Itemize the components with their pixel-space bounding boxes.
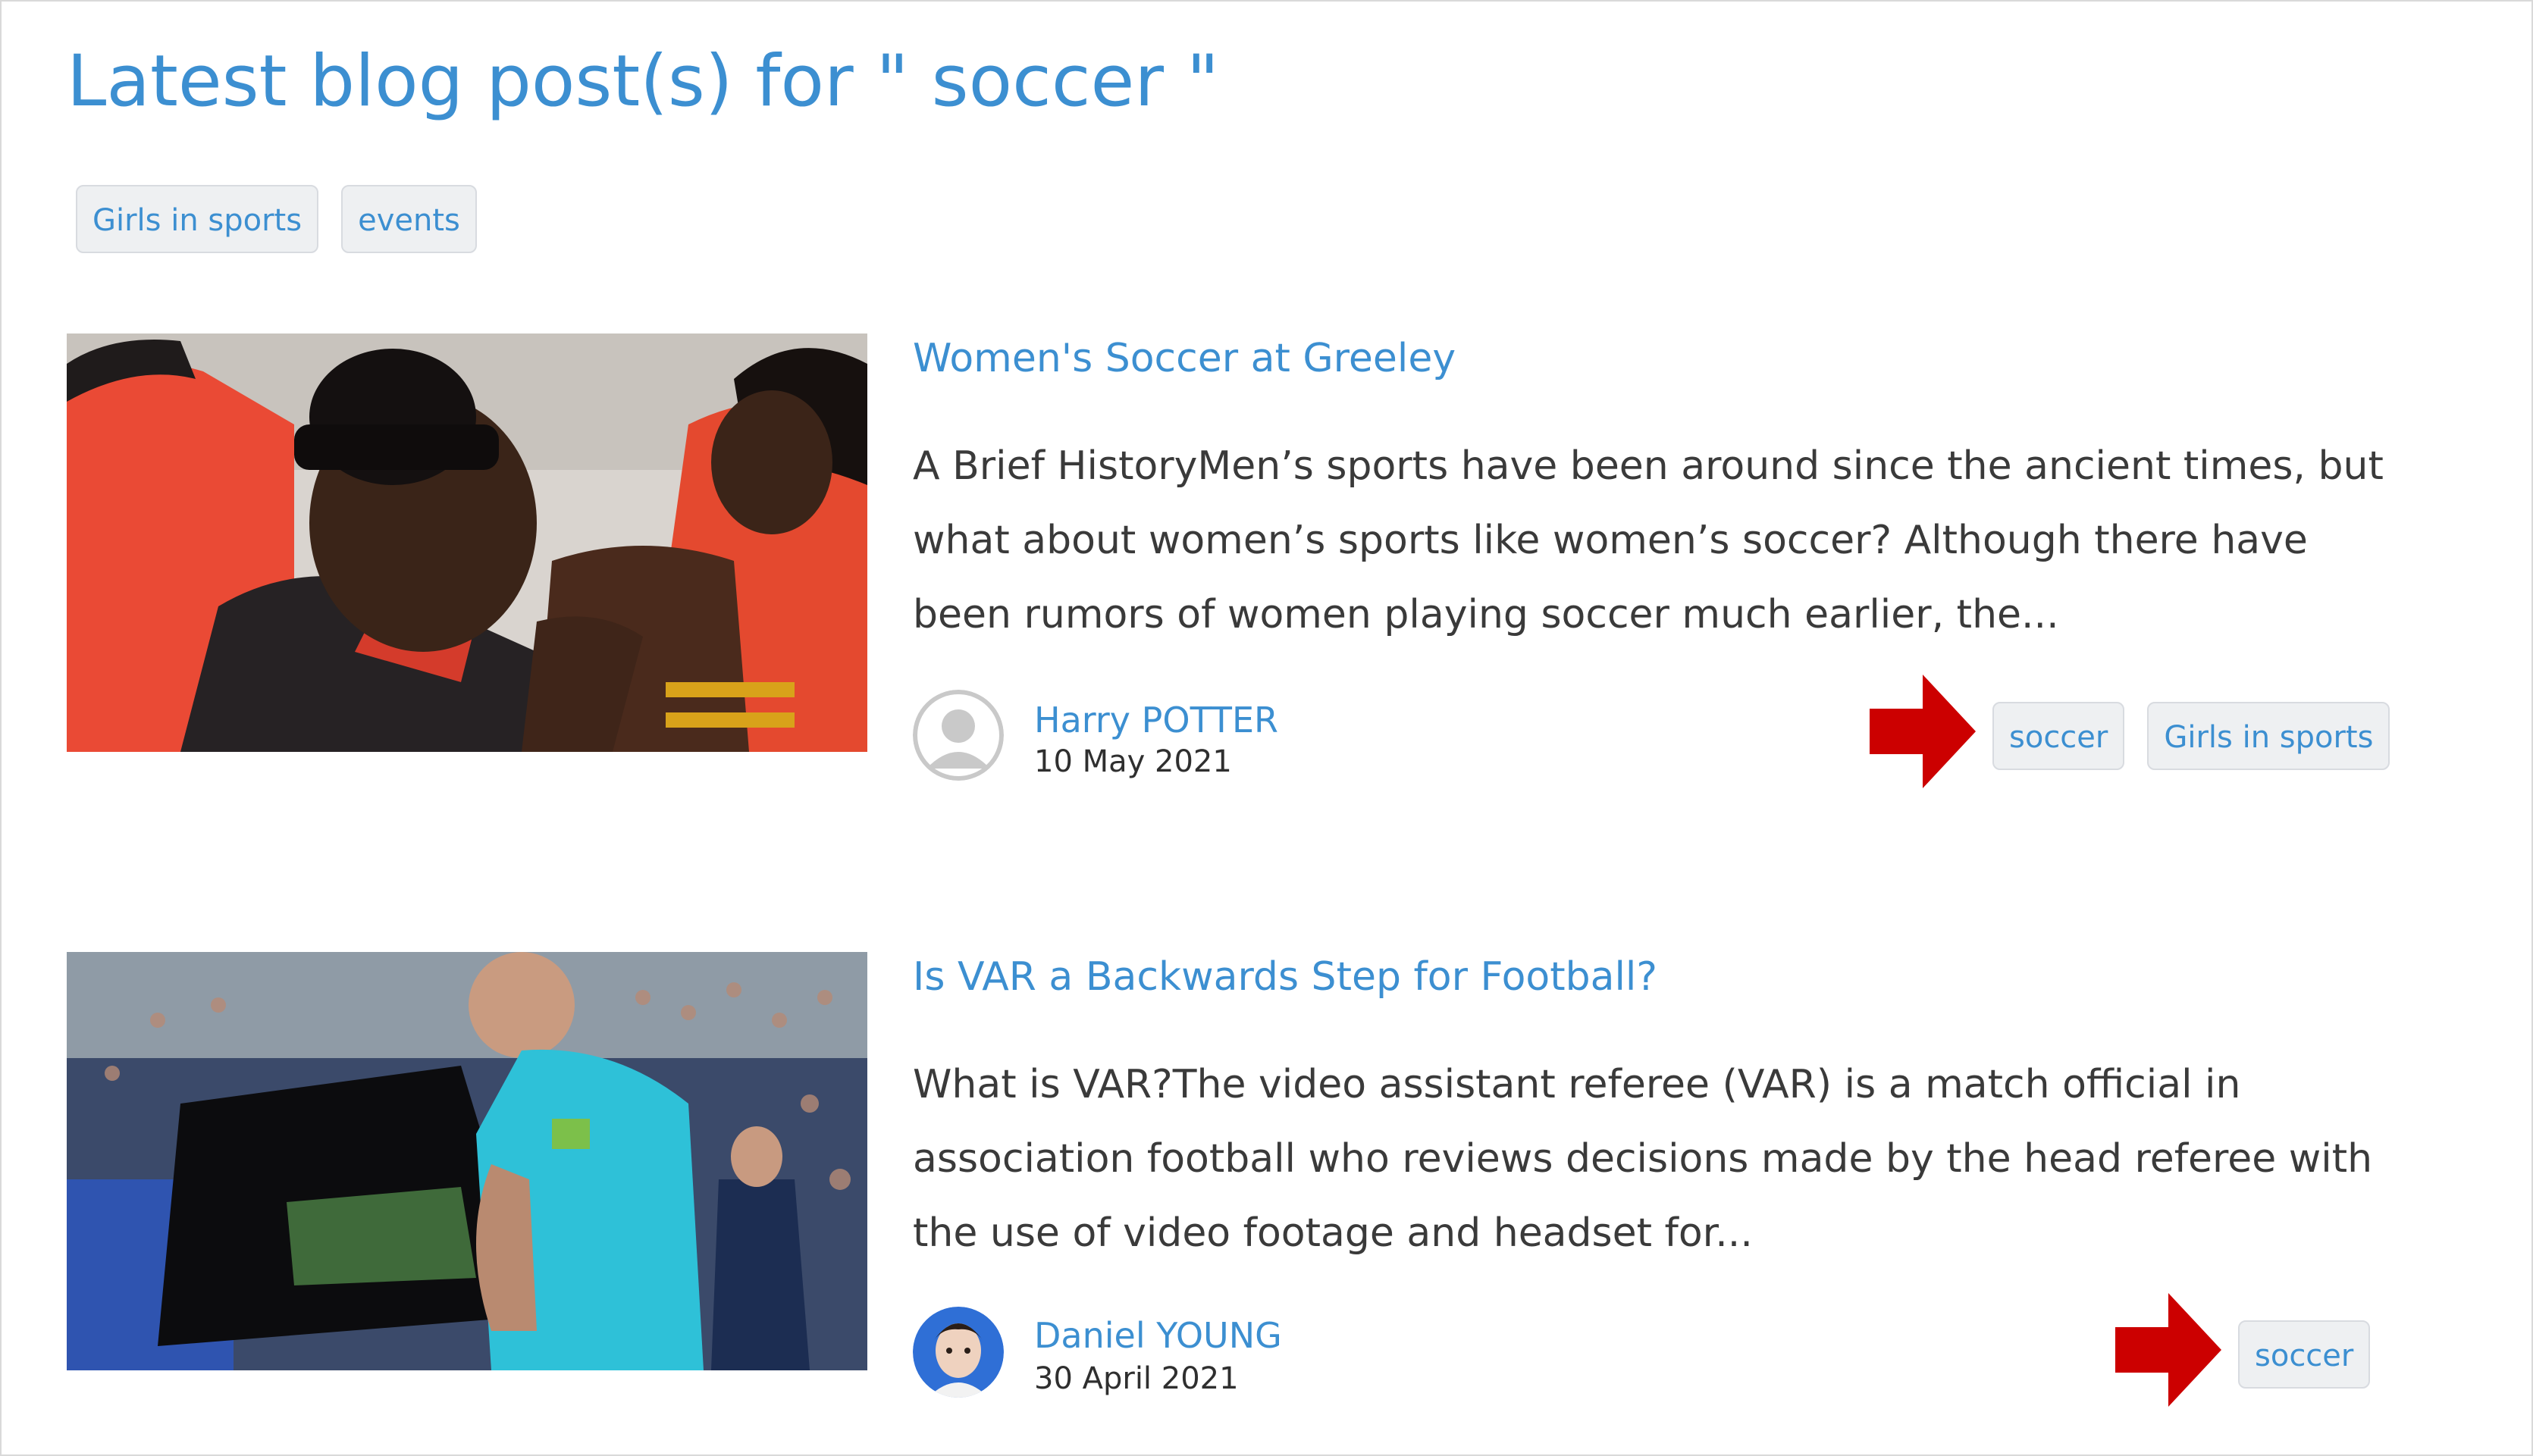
user-photo-avatar	[913, 1307, 1004, 1398]
post-thumbnail[interactable]	[67, 952, 867, 1370]
red-arrow-icon	[2115, 1293, 2221, 1407]
filter-tag-list: Girls in sports events	[76, 185, 477, 253]
post-title-link[interactable]: Women's Soccer at Greeley	[913, 333, 1456, 384]
blog-post-card: Women's Soccer at Greeley A Brief Histor…	[67, 333, 2390, 788]
filter-tag-girls-in-sports[interactable]: Girls in sports	[76, 185, 319, 253]
default-user-icon	[913, 690, 1004, 781]
post-title-link[interactable]: Is VAR a Backwards Step for Football?	[913, 952, 1657, 1002]
blog-post-card: Is VAR a Backwards Step for Football? Wh…	[67, 952, 2387, 1407]
post-tag-soccer[interactable]: soccer	[2238, 1320, 2371, 1389]
soccer-players-photo	[67, 333, 867, 752]
author-name-link[interactable]: Daniel YOUNG	[1034, 1314, 1282, 1357]
referee-var-monitor-photo	[67, 952, 867, 1370]
author-name-link[interactable]: Harry POTTER	[1034, 699, 1278, 741]
post-thumbnail[interactable]	[67, 333, 867, 752]
post-tag-list: soccer	[2238, 1320, 2371, 1389]
post-tag-list: soccer Girls in sports	[1992, 702, 2390, 770]
red-arrow-icon	[1870, 675, 1976, 788]
filter-tag-events[interactable]: events	[341, 185, 477, 253]
post-date: 30 April 2021	[1034, 1361, 1239, 1396]
post-tag-soccer[interactable]: soccer	[1992, 702, 2125, 770]
post-excerpt: A Brief HistoryMen’s sports have been ar…	[913, 443, 2384, 637]
post-excerpt: What is VAR?The video assistant referee …	[913, 1062, 2373, 1256]
page-title: Latest blog post(s) for " soccer "	[67, 40, 1220, 123]
post-tag-girls-in-sports[interactable]: Girls in sports	[2147, 702, 2390, 770]
post-date: 10 May 2021	[1034, 744, 1232, 779]
page-frame: Latest blog post(s) for " soccer " Girls…	[0, 0, 2533, 1456]
